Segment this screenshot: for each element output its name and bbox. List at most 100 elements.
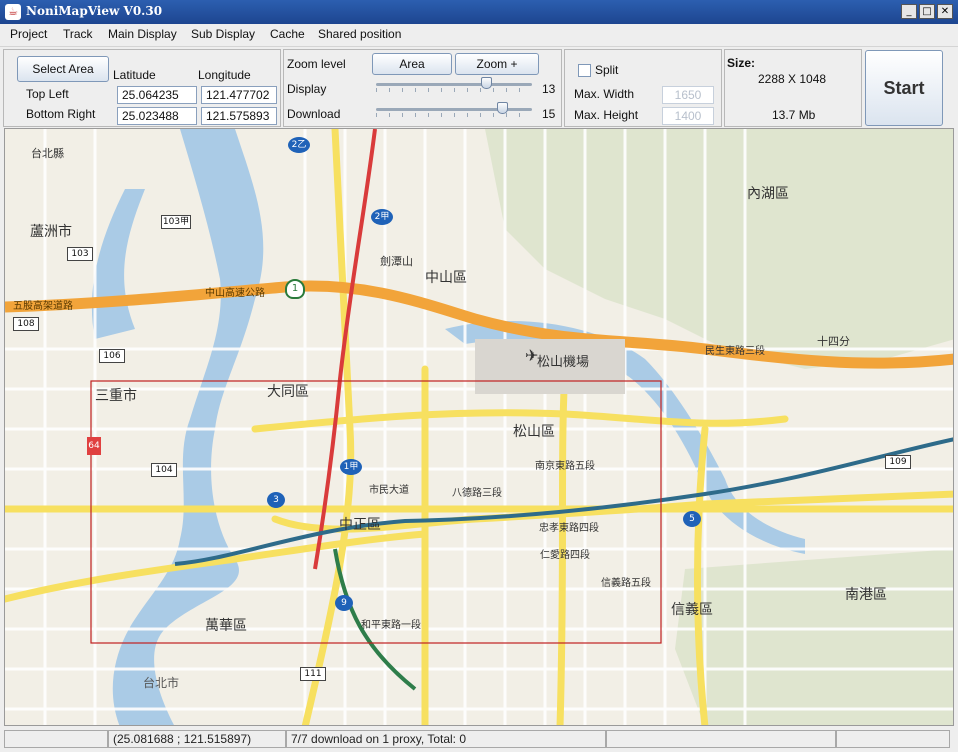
latitude-header: Latitude: [113, 68, 156, 82]
route-badge-3: 3: [267, 492, 285, 508]
close-button[interactable]: ✕: [937, 4, 953, 19]
max-height-field[interactable]: 1400: [662, 107, 714, 125]
route-badge-5: 5: [683, 511, 701, 527]
road-label-minsheng: 民生東路三段: [705, 346, 765, 357]
route-badge-111: 111: [300, 667, 326, 681]
split-panel: Split Max. Width Max. Height 1650 1400: [564, 49, 722, 127]
area-button[interactable]: Area: [372, 53, 452, 75]
menu-cache[interactable]: Cache: [270, 27, 305, 41]
select-area-button[interactable]: Select Area: [17, 56, 109, 82]
road-label-xinyi-road: 信義路五段: [601, 578, 651, 589]
size-panel: Size: 2288 X 1048 13.7 Mb: [724, 49, 862, 127]
slider-thumb[interactable]: [480, 77, 492, 89]
route-badge-109: 109: [885, 455, 911, 469]
slider-track: [376, 83, 532, 86]
menu-project[interactable]: Project: [10, 27, 47, 41]
route-shield-1: 1: [285, 279, 305, 299]
estimated-file-size: 13.7 Mb: [772, 108, 816, 122]
start-button[interactable]: Start: [865, 50, 943, 126]
road-label-renai: 仁愛路四段: [540, 550, 590, 561]
road-label-nanjing: 南京東路五段: [535, 461, 595, 472]
district-label-luzhou: 蘆洲市: [30, 224, 72, 240]
bottom-right-label: Bottom Right: [26, 107, 96, 121]
top-left-label: Top Left: [26, 87, 69, 101]
zoom-plus-button[interactable]: Zoom +: [455, 53, 539, 75]
district-label-zhongzheng: 中正區: [339, 517, 381, 533]
place-label-shisifen: 十四分: [817, 335, 850, 348]
district-label-zhongshan: 中山區: [425, 270, 467, 286]
route-badge-104: 104: [151, 463, 177, 477]
district-label-neihu: 內湖區: [747, 186, 789, 202]
title-bar[interactable]: ☕ NoniMapView V0.30 _ □ ✕: [0, 0, 958, 24]
cursor-coordinates: (25.081688 ; 121.515897): [108, 730, 286, 748]
route-badge-2-yi: 2乙: [288, 137, 310, 153]
status-cell-empty-2: [606, 730, 836, 748]
max-width-label: Max. Width: [574, 87, 635, 101]
area-panel: Select Area Latitude Longitude Top Left …: [3, 49, 281, 127]
route-badge-103-jia: 103甲: [161, 215, 191, 229]
bottom-right-latitude-field[interactable]: 25.023488: [117, 107, 197, 125]
split-checkbox[interactable]: [578, 64, 591, 77]
longitude-header: Longitude: [198, 68, 251, 82]
window-title: NoniMapView V0.30: [26, 4, 163, 18]
display-zoom-value: 13: [542, 82, 556, 96]
control-toolbar: Select Area Latitude Longitude Top Left …: [0, 46, 958, 128]
district-label-datong: 大同區: [267, 384, 309, 400]
bottom-right-longitude-field[interactable]: 121.575893: [201, 107, 277, 125]
top-left-latitude-field[interactable]: 25.064235: [117, 86, 197, 104]
maximize-button[interactable]: □: [919, 4, 935, 19]
status-cell-empty-3: [836, 730, 950, 748]
district-label-nangang: 南港區: [845, 587, 887, 603]
display-label: Display: [287, 82, 327, 96]
download-label: Download: [287, 107, 341, 121]
map-view[interactable]: ✈ 三重市 大同區 松山區 中正區 萬華區 信義區 南港區 內湖區 中山區 蘆洲…: [4, 128, 954, 726]
route-badge-9: 9: [335, 595, 353, 611]
max-height-label: Max. Height: [574, 108, 639, 122]
top-left-longitude-field[interactable]: 121.477702: [201, 86, 277, 104]
slider-ticks: [376, 113, 532, 117]
road-label-heping: 和平東路一段: [361, 620, 421, 631]
city-label-taipei: 台北市: [143, 676, 180, 690]
max-width-field[interactable]: 1650: [662, 86, 714, 104]
route-badge-106: 106: [99, 349, 125, 363]
display-zoom-slider[interactable]: [376, 77, 532, 93]
route-badge-103: 103: [67, 247, 93, 261]
route-badge-1-jia: 1甲: [340, 459, 362, 475]
route-badge-108: 108: [13, 317, 39, 331]
airport-label: 松山機場: [537, 355, 590, 370]
mountain-label-jiantan: 劍潭山: [380, 255, 413, 268]
route-badge-2-jia: 2甲: [371, 209, 393, 225]
road-label-zhongshan-hwy: 中山高速公路: [205, 288, 265, 299]
district-label-sanchong: 三重市: [95, 388, 137, 404]
road-label-wugu-hwy: 五股高架道路: [13, 301, 73, 312]
menu-sub-display[interactable]: Sub Display: [191, 27, 255, 41]
road-label-civic-blvd: 市民大道: [369, 485, 409, 496]
slider-thumb[interactable]: [496, 102, 508, 114]
district-label-xinyi: 信義區: [671, 602, 713, 618]
mountain-area-south: [675, 549, 953, 725]
zoom-panel: Zoom level Area Zoom + Display Download …: [283, 49, 562, 127]
status-bar: (25.081688 ; 121.515897) 7/7 download on…: [0, 728, 958, 752]
slider-track: [376, 108, 532, 111]
minimize-button[interactable]: _: [901, 4, 917, 19]
status-cell-empty: [4, 730, 108, 748]
zoom-level-label: Zoom level: [287, 57, 346, 71]
district-label-songshan: 松山區: [513, 424, 555, 440]
download-zoom-slider[interactable]: [376, 102, 532, 118]
menu-main-display[interactable]: Main Display: [108, 27, 177, 41]
split-label: Split: [595, 63, 619, 77]
road-label-bade: 八德路三段: [452, 488, 502, 499]
menu-bar: Project Track Main Display Sub Display C…: [0, 24, 958, 46]
size-label: Size:: [727, 56, 756, 70]
route-badge-64: 64: [87, 437, 101, 455]
menu-track[interactable]: Track: [63, 27, 93, 41]
image-dimensions: 2288 X 1048: [758, 72, 827, 86]
java-cup-icon: ☕: [5, 4, 21, 20]
map-canvas[interactable]: ✈: [5, 129, 954, 726]
menu-shared-position[interactable]: Shared position: [318, 27, 401, 41]
district-label-wanhua: 萬華區: [205, 618, 247, 634]
download-zoom-value: 15: [542, 107, 556, 121]
county-label-taipei: 台北縣: [31, 147, 64, 160]
road-label-zhongxiao: 忠孝東路四段: [539, 523, 599, 534]
download-status: 7/7 download on 1 proxy, Total: 0: [286, 730, 606, 748]
